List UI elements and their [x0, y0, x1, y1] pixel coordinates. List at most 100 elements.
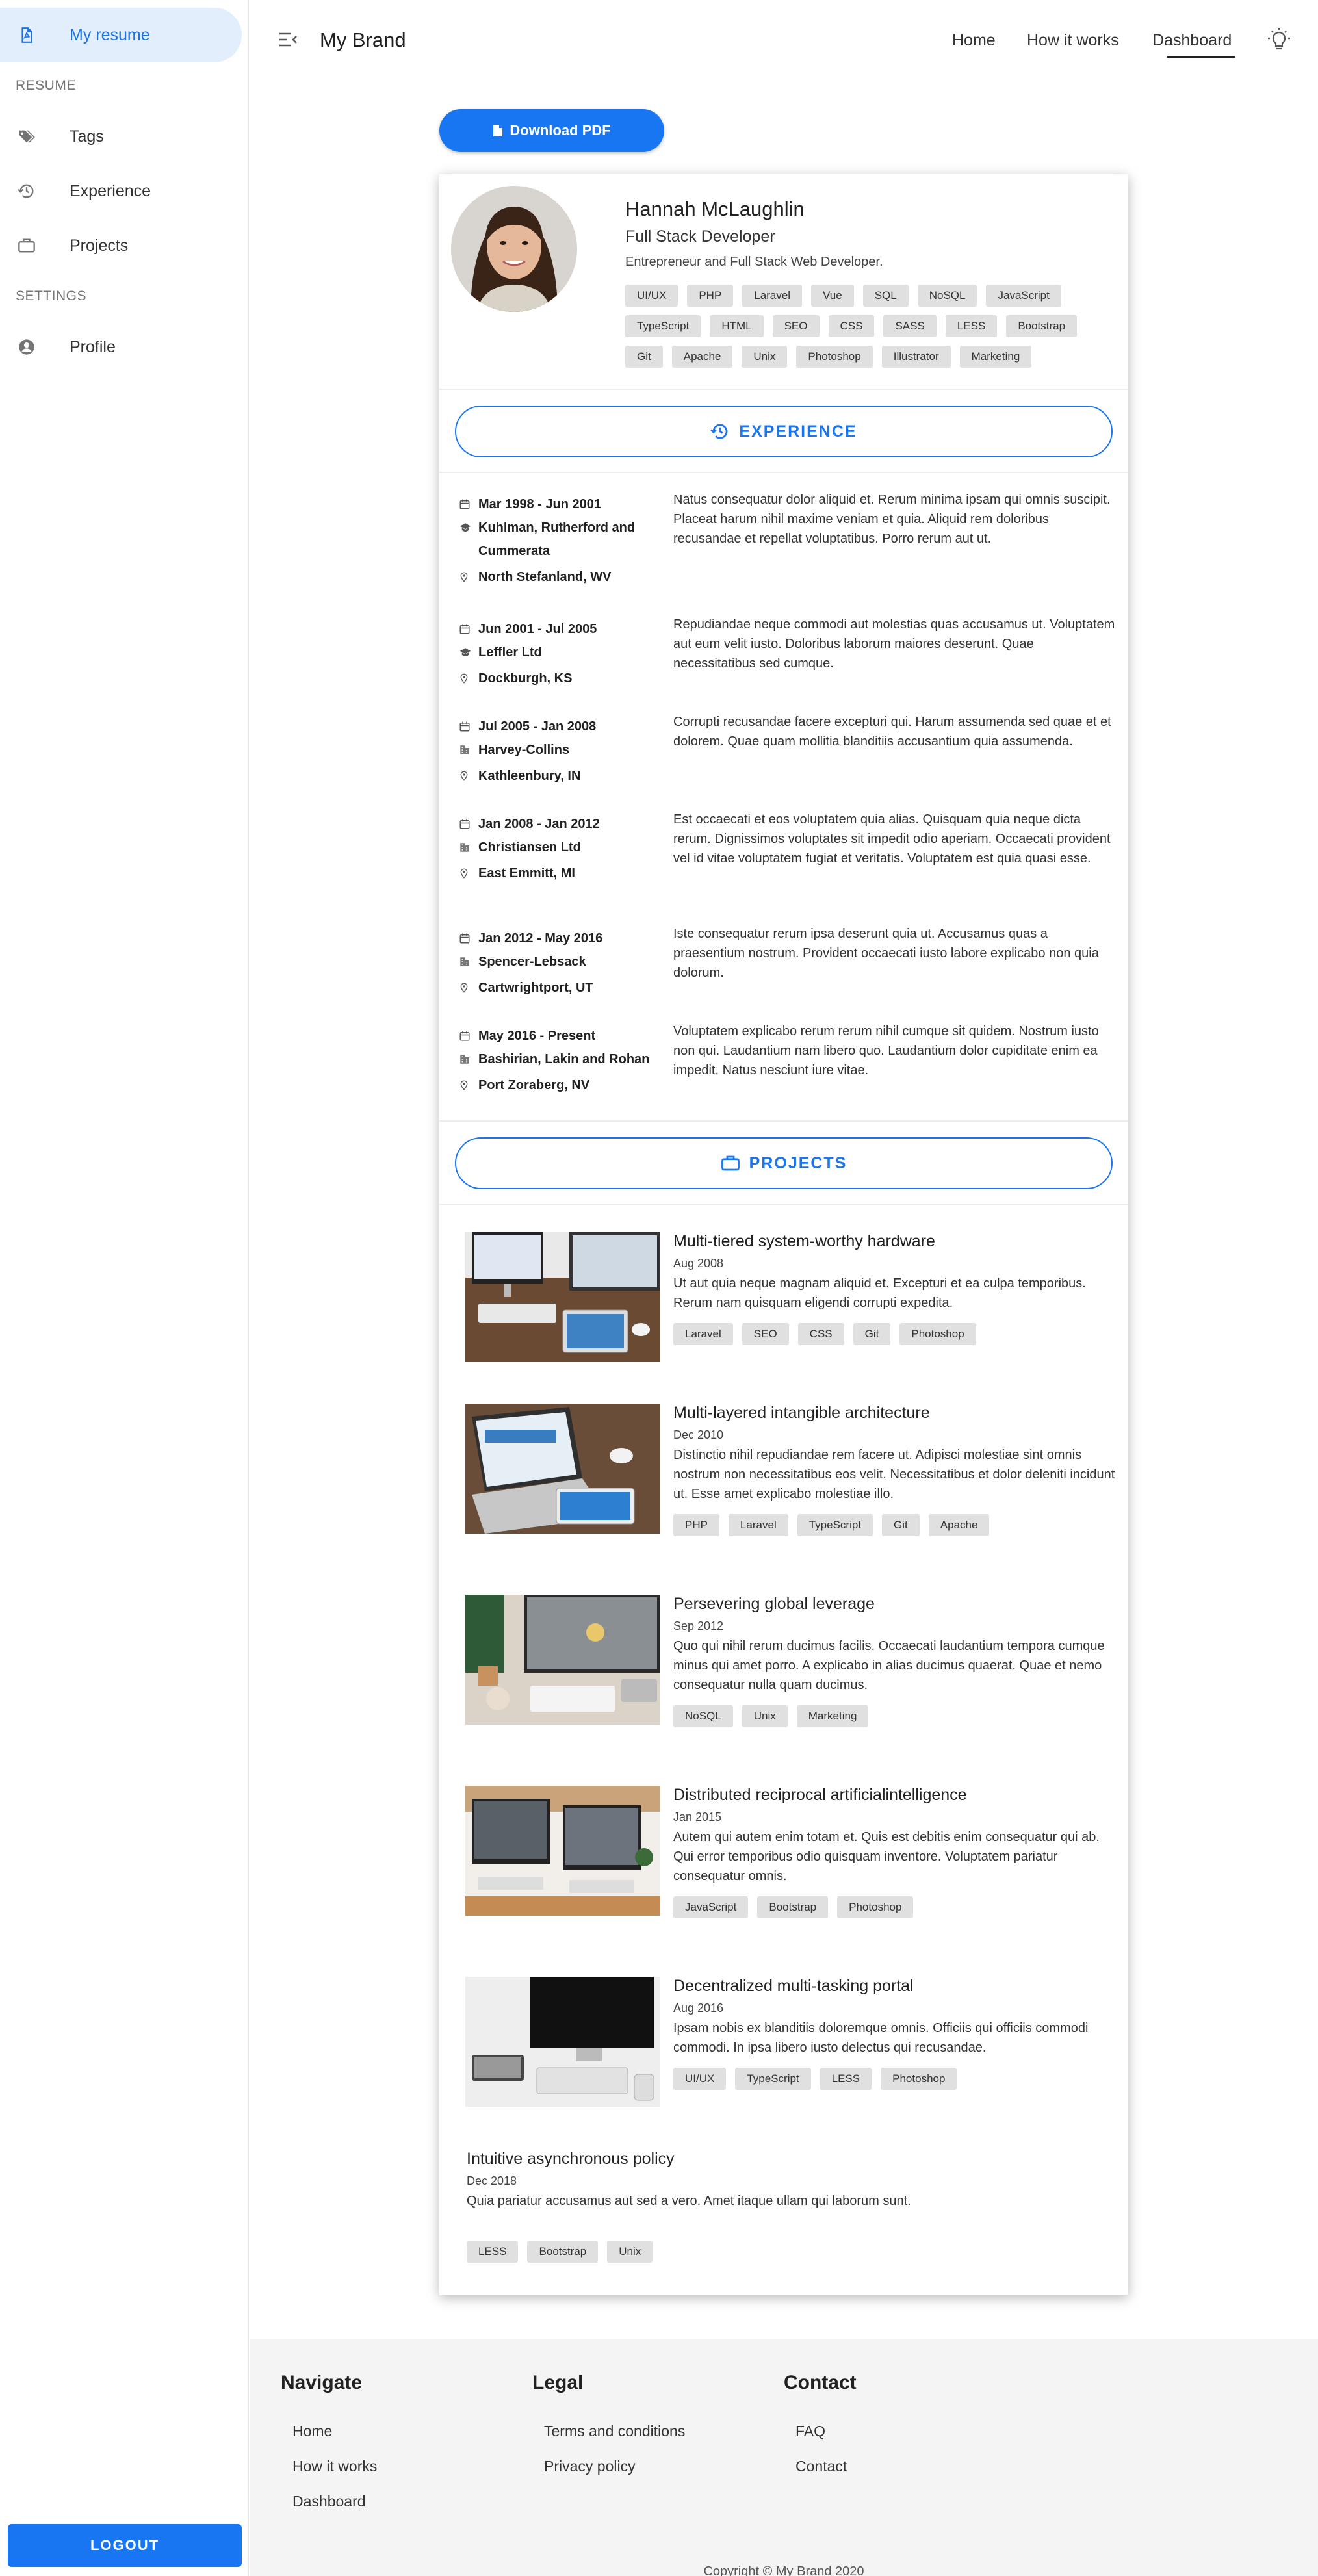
skill-chip: Apache	[671, 346, 733, 368]
project-date: Sep 2012	[673, 1619, 724, 1632]
experience-meta: May 2016 - Present Bashirian, Lakin and R…	[459, 1024, 654, 1097]
experience-company: Christiansen Ltd	[478, 840, 581, 855]
skill-chip: HTML	[710, 315, 764, 337]
sidebar-item-label: Tags	[70, 127, 104, 146]
project-date: Dec 2010	[673, 1428, 724, 1441]
project-tag-chip: Unix	[607, 2241, 653, 2263]
history-icon	[17, 181, 36, 201]
experience-company: Kuhlman, Rutherford and Cummerata	[478, 521, 636, 558]
project-thumbnail	[465, 1404, 660, 1534]
experience-dates: Mar 1998 - Jun 2001	[478, 497, 601, 511]
logout-button[interactable]: LOGOUT	[8, 2524, 242, 2567]
sidebar-item-label: My resume	[70, 25, 150, 44]
brand-title[interactable]: My Brand	[320, 29, 406, 52]
sidebar-section-title: SETTINGS	[16, 289, 87, 303]
project-tag-chip: Photoshop	[899, 1323, 976, 1345]
sidebar-item-my-resume[interactable]: My resume	[0, 8, 242, 62]
sidebar-item-projects[interactable]: Projects	[0, 218, 242, 273]
experience-description: Est occaecati et eos voluptatem quia ali…	[673, 812, 1111, 866]
skill-chip: CSS	[828, 315, 875, 337]
footer-link-contact[interactable]: Contact	[795, 2449, 857, 2484]
experience-description: Iste consequatur rerum ipsa deserunt qui…	[673, 927, 1099, 980]
project-tag-chip: Git	[882, 1514, 920, 1536]
experience-location: Kathleenbury, IN	[478, 769, 581, 783]
project-title: Persevering global leverage	[673, 1595, 875, 1613]
project-tag-chip: TypeScript	[735, 2068, 811, 2090]
footer-link-home[interactable]: Home	[292, 2414, 377, 2449]
footer-link-terms[interactable]: Terms and conditions	[544, 2414, 685, 2449]
sidebar-item-tags[interactable]: Tags	[0, 109, 242, 164]
nav-dashboard[interactable]: Dashboard	[1152, 31, 1236, 58]
project-tag-chip: Marketing	[796, 1705, 869, 1727]
experience-company: Harvey-Collins	[478, 743, 570, 757]
experience-meta: Jan 2012 - May 2016 Spencer-Lebsack Cartwr…	[459, 927, 654, 999]
sidebar: My resume RESUME Tags Experience Project…	[0, 0, 249, 2576]
footer-heading: Navigate	[281, 2372, 363, 2393]
project-description: Quia pariatur accusamus aut sed a vero. …	[467, 2194, 911, 2208]
location-pin-icon	[459, 976, 478, 999]
footer-link-dashboard[interactable]: Dashboard	[292, 2484, 377, 2519]
calendar-icon	[459, 617, 478, 641]
project-thumbnail	[465, 1595, 660, 1725]
experience-location: East Emmitt, MI	[478, 866, 575, 881]
skill-chip: NoSQL	[917, 285, 977, 307]
project-description: Autem qui autem enim totam et. Quis est …	[673, 1830, 1100, 1883]
sidebar-item-label: Experience	[70, 181, 151, 200]
skill-chip: Illustrator	[881, 346, 951, 368]
nav-how-it-works[interactable]: How it works	[1027, 31, 1119, 50]
project-thumbnail	[465, 1977, 660, 2107]
download-pdf-button[interactable]: Download PDF	[439, 109, 664, 152]
project-date: Aug 2008	[673, 1257, 724, 1270]
project-tags: NoSQL Unix Marketing	[673, 1705, 869, 1727]
experience-description: Voluptatem explicabo rerum rerum nihil c…	[673, 1024, 1099, 1077]
skill-chip: LESS	[945, 315, 998, 337]
experience-section-button[interactable]: EXPERIENCE	[455, 406, 1113, 457]
project-date: Dec 2018	[467, 2174, 517, 2187]
projects-section-label: PROJECTS	[749, 1153, 847, 1172]
skill-chip: Bootstrap	[1006, 315, 1078, 337]
project-title: Multi-tiered system-worthy hardware	[673, 1232, 935, 1250]
project-tag-chip: Bootstrap	[757, 1896, 829, 1918]
copyright: Copyright © My Brand 2020	[703, 2564, 864, 2576]
profile-title: Full Stack Developer	[625, 227, 775, 246]
footer-link-privacy[interactable]: Privacy policy	[544, 2449, 685, 2484]
school-icon	[459, 516, 478, 539]
project-tag-chip: Apache	[928, 1514, 990, 1536]
experience-location: Cartwrightport, UT	[478, 981, 593, 995]
project-description: Ipsam nobis ex blanditiis doloremque omn…	[673, 2021, 1089, 2055]
footer-link-how-it-works[interactable]: How it works	[292, 2449, 377, 2484]
sidebar-item-profile[interactable]: Profile	[0, 320, 242, 374]
sidebar-item-experience[interactable]: Experience	[0, 164, 242, 218]
footer-heading: Contact	[784, 2372, 857, 2393]
project-tags: Laravel SEO CSS Git Photoshop	[673, 1323, 976, 1345]
footer-column-navigate: Navigate Home How it works Dashboard	[281, 2372, 377, 2519]
calendar-icon	[459, 812, 478, 836]
skill-chip: Marketing	[959, 346, 1032, 368]
location-pin-icon	[459, 764, 478, 788]
project-tag-chip: Unix	[742, 1705, 788, 1727]
project-title: Multi-layered intangible architecture	[673, 1404, 930, 1422]
projects-section-button[interactable]: PROJECTS	[455, 1137, 1113, 1189]
experience-description: Corrupti recusandae facere excepturi qui…	[673, 715, 1111, 749]
sidebar-item-label: Profile	[70, 337, 116, 356]
resume-card: Hannah McLaughlin Full Stack Developer E…	[439, 174, 1128, 2295]
experience-dates: May 2016 - Present	[478, 1029, 596, 1043]
history-icon	[710, 424, 728, 439]
menu-collapse-icon[interactable]	[278, 31, 298, 48]
skill-chip: PHP	[687, 285, 734, 307]
tags-icon	[17, 127, 36, 146]
business-icon	[459, 1048, 478, 1071]
sidebar-section-title: RESUME	[16, 78, 76, 93]
project-tag-chip: Laravel	[728, 1514, 788, 1536]
footer-heading: Legal	[532, 2372, 584, 2393]
skill-chip: TypeScript	[625, 315, 701, 337]
experience-location: North Stefanland, WV	[478, 570, 612, 584]
account-circle-icon	[17, 337, 36, 357]
experience-meta: Jul 2005 - Jan 2008 Harvey-Collins Kathlee…	[459, 715, 654, 788]
avatar	[451, 186, 577, 312]
lightbulb-theme-icon[interactable]	[1267, 27, 1291, 53]
calendar-icon	[459, 927, 478, 950]
footer-link-faq[interactable]: FAQ	[795, 2414, 857, 2449]
nav-home[interactable]: Home	[952, 31, 996, 50]
project-date: Aug 2016	[673, 2002, 724, 2015]
